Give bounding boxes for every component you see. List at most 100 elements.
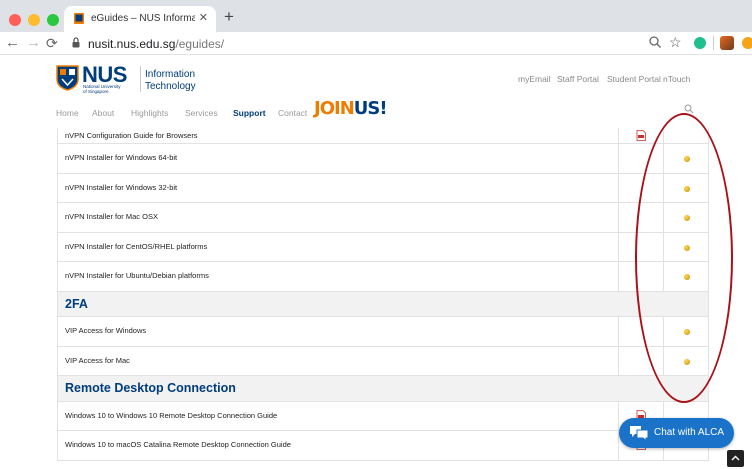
section-title: 2FA: [65, 296, 88, 311]
installer-download-icon[interactable]: [684, 244, 690, 251]
column-divider: [618, 346, 619, 375]
logo-subtitle-line2: of Singapore: [83, 89, 109, 94]
section-header-remote-desktop: Remote Desktop Connection: [57, 376, 709, 402]
profile-extension-icon[interactable]: [742, 37, 752, 49]
column-divider: [663, 346, 664, 375]
browser-tab[interactable]: eGuides – NUS Information Tec ✕: [64, 6, 216, 32]
chat-bubbles-icon: [630, 426, 649, 441]
url-path: /eguides/: [175, 37, 225, 51]
toplink-student-portal[interactable]: Student Portal: [607, 74, 661, 84]
chat-label: Chat with ALCA: [654, 427, 725, 438]
row-title: nVPN Installer for Windows 64-bit: [65, 153, 178, 162]
column-divider: [663, 144, 664, 173]
nus-favicon-icon: [74, 13, 84, 24]
column-divider: [618, 128, 619, 143]
join-us-part2: IN: [334, 98, 355, 119]
column-divider: [663, 317, 664, 346]
column-divider: [618, 232, 619, 261]
grammarly-extension-icon[interactable]: [694, 37, 706, 49]
back-arrow-icon[interactable]: ←: [5, 34, 20, 52]
join-us-part1: JO: [314, 98, 335, 119]
nav-home[interactable]: Home: [56, 108, 79, 118]
toolbar-divider: [713, 36, 714, 50]
column-divider: [663, 232, 664, 261]
table-row: nVPN Configuration Guide for Browsers: [57, 128, 709, 144]
dept-name-line1: Information: [145, 69, 196, 80]
row-title: Windows 10 to macOS Catalina Remote Desk…: [65, 440, 291, 449]
column-divider: [618, 173, 619, 202]
join-us-banner[interactable]: JOINUS!: [314, 98, 388, 119]
nav-support[interactable]: Support: [233, 108, 266, 118]
new-tab-button[interactable]: +: [224, 8, 234, 25]
row-title: Windows 10 to Windows 10 Remote Desktop …: [65, 410, 278, 420]
window-close-button[interactable]: [9, 14, 21, 26]
zoom-icon[interactable]: [648, 35, 662, 49]
row-title: VIP Access for Mac: [65, 355, 130, 365]
nav-contact[interactable]: Contact: [278, 108, 307, 118]
row-title: nVPN Configuration Guide for Browsers: [65, 131, 198, 140]
toplink-ntouch[interactable]: nTouch: [663, 74, 690, 84]
pdf-download-icon[interactable]: [636, 130, 646, 141]
search-icon[interactable]: [684, 104, 694, 114]
table-row: VIP Access for Mac: [57, 346, 709, 376]
row-title: nVPN Installer for Ubuntu/Debian platfor…: [65, 271, 209, 280]
nus-crest-icon: [56, 65, 79, 91]
column-divider: [618, 144, 619, 173]
tab-title: eGuides – NUS Information Tec: [91, 13, 195, 24]
installer-download-icon[interactable]: [684, 274, 690, 280]
address-bar[interactable]: nusit.nus.edu.sg/eguides/: [88, 37, 224, 51]
dept-name-line2: Technology: [145, 81, 196, 92]
table-row: nVPN Installer for Ubuntu/Debian platfor…: [57, 262, 709, 292]
site-header: NUS National University of Singapore Inf…: [0, 56, 752, 128]
tab-close-icon[interactable]: ✕: [199, 11, 208, 24]
chevron-up-icon: [731, 455, 740, 461]
window-minimize-button[interactable]: [28, 14, 40, 26]
section-header-2fa: 2FA: [57, 291, 709, 317]
column-divider: [618, 262, 619, 291]
column-divider: [618, 203, 619, 232]
forward-arrow-icon[interactable]: →: [26, 34, 41, 52]
extension-icon[interactable]: [720, 36, 734, 50]
lock-icon: [72, 37, 80, 48]
url-host: nusit.nus.edu.sg: [88, 37, 176, 51]
column-divider: [663, 173, 664, 202]
table-row: nVPN Installer for Windows 32-bit: [57, 173, 709, 203]
table-row: nVPN Installer for Windows 64-bit: [57, 144, 709, 174]
nav-services[interactable]: Services: [185, 108, 218, 118]
installer-download-icon[interactable]: [684, 185, 690, 192]
browser-tab-bar: eGuides – NUS Information Tec ✕ +: [0, 0, 752, 32]
section-title: Remote Desktop Connection: [65, 381, 236, 395]
logo-divider: [140, 66, 141, 92]
table-row: Windows 10 to Windows 10 Remote Desktop …: [57, 401, 709, 431]
installer-download-icon[interactable]: [684, 215, 690, 221]
column-divider: [618, 401, 619, 430]
table-row: Windows 10 to macOS Catalina Remote Desk…: [57, 431, 709, 461]
toplink-myemail[interactable]: myEmail: [518, 74, 551, 84]
installer-download-icon[interactable]: [684, 329, 690, 335]
column-divider: [663, 128, 664, 143]
chat-with-alca-button[interactable]: Chat with ALCA: [619, 418, 734, 448]
eguides-table: nVPN Configuration Guide for Browsers nV…: [57, 128, 709, 461]
toplink-staff-portal[interactable]: Staff Portal: [557, 74, 599, 84]
column-divider: [618, 317, 619, 346]
scroll-to-top-button[interactable]: [727, 450, 744, 467]
row-title: nVPN Installer for Windows 32-bit: [65, 182, 178, 192]
join-us-part3: US!: [353, 98, 388, 119]
browser-toolbar: ← → ⟳ nusit.nus.edu.sg/eguides/ ☆: [0, 32, 752, 55]
column-divider: [663, 262, 664, 291]
row-title: nVPN Installer for Mac OSX: [65, 212, 158, 221]
bookmark-star-icon[interactable]: ☆: [669, 34, 682, 51]
column-divider: [663, 203, 664, 232]
row-title: nVPN Installer for CentOS/RHEL platforms: [65, 241, 208, 251]
reload-icon[interactable]: ⟳: [46, 34, 58, 52]
installer-download-icon[interactable]: [684, 156, 690, 162]
table-row: nVPN Installer for Mac OSX: [57, 203, 709, 233]
nav-highlights[interactable]: Highlights: [131, 108, 168, 118]
window-maximize-button[interactable]: [47, 14, 59, 26]
nus-it-logo[interactable]: NUS National University of Singapore Inf…: [56, 62, 196, 97]
row-title: VIP Access for Windows: [65, 326, 147, 335]
table-row: nVPN Installer for CentOS/RHEL platforms: [57, 232, 709, 262]
nav-about[interactable]: About: [92, 108, 114, 118]
installer-download-icon[interactable]: [684, 358, 690, 365]
table-row: VIP Access for Windows: [57, 317, 709, 347]
